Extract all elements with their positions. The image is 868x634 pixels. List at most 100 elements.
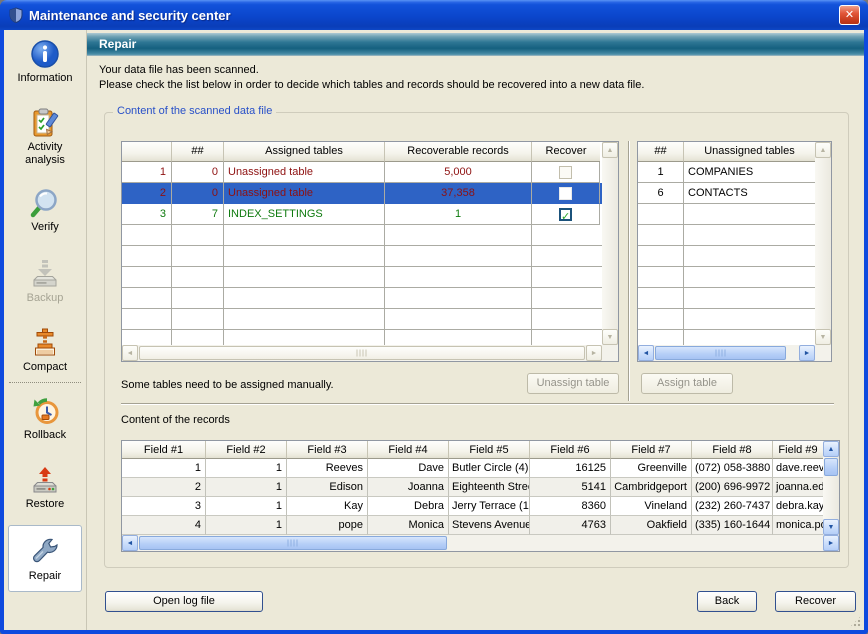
scroll-left-button[interactable]: ◄ [122, 345, 138, 361]
table-row[interactable]: 6 CONTACTS [638, 183, 815, 204]
horizontal-scrollbar: ◄ ► [638, 345, 815, 361]
sidebar-item-activity-analysis[interactable]: Activity analysis [7, 107, 83, 167]
scanned-data-groupbox: Content of the scanned data file ## Assi… [104, 112, 849, 568]
records-body: 1 1 Reeves Dave Butler Circle (4) 16125 … [122, 459, 823, 535]
column-header-recover[interactable]: Recover [532, 142, 600, 162]
intro-line-1: Your data file has been scanned. [99, 63, 644, 78]
scroll-left-button[interactable]: ◄ [122, 535, 138, 551]
unassigned-tables-header: ## Unassigned tables [638, 142, 815, 162]
resize-grip[interactable] [849, 615, 862, 628]
horizontal-scrollbar: ◄ ► [122, 345, 602, 361]
record-row[interactable]: 2 1 Edison Joanna Eighteenth Stree 5141 … [122, 478, 823, 497]
table-row[interactable]: 1 0 Unassigned table 5,000 ✓ [122, 162, 602, 183]
scroll-right-button[interactable]: ► [823, 535, 839, 551]
sidebar-item-label: Verify [31, 221, 59, 234]
assigned-tables-table: ## Assigned tables Recoverable records R… [121, 141, 619, 362]
scrollbar-corner [602, 345, 618, 361]
recover-checkbox[interactable]: ✓ [559, 187, 572, 200]
scroll-right-button[interactable]: ► [586, 345, 602, 361]
sidebar-item-label: Restore [26, 498, 65, 511]
column-header-field4[interactable]: Field #4 [368, 441, 449, 459]
vertical-scrollbar: ▲ ▼ [602, 142, 618, 345]
column-header-field3[interactable]: Field #3 [287, 441, 368, 459]
scroll-left-button[interactable]: ◄ [638, 345, 654, 361]
close-button[interactable]: ✕ [839, 5, 860, 25]
sidebar-item-label: Compact [23, 361, 67, 374]
recover-button[interactable]: Recover [775, 591, 856, 612]
record-row[interactable]: 1 1 Reeves Dave Butler Circle (4) 16125 … [122, 459, 823, 478]
column-header-field6[interactable]: Field #6 [530, 441, 611, 459]
record-row[interactable]: 4 1 pope Monica Stevens Avenue 4763 Oakf… [122, 516, 823, 535]
table-row[interactable]: 2 0 Unassigned table 37,358 ✓ [122, 183, 602, 204]
scroll-down-button[interactable]: ▼ [823, 519, 839, 535]
column-header-id[interactable]: ## [172, 142, 224, 162]
page-title: Repair [87, 33, 864, 56]
scrollbar-thumb[interactable] [824, 458, 838, 476]
record-row[interactable]: 3 1 Kay Debra Jerry Terrace (1 8360 Vine… [122, 497, 823, 516]
scroll-up-button[interactable]: ▲ [815, 142, 831, 158]
check-icon: ✓ [561, 207, 570, 226]
sidebar-item-label: Backup [27, 292, 64, 305]
restore-icon [29, 464, 61, 496]
column-header-field9[interactable]: Field #9 [773, 441, 823, 459]
sidebar-divider [9, 382, 81, 383]
column-header-id[interactable]: ## [638, 142, 684, 162]
back-button[interactable]: Back [697, 591, 757, 612]
vertical-scrollbar: ▲ ▼ [815, 142, 831, 345]
rollback-icon [29, 395, 61, 427]
records-table: Field #1 Field #2 Field #3 Field #4 Fiel… [121, 440, 840, 552]
backup-icon [29, 258, 61, 290]
open-log-file-button[interactable]: Open log file [105, 591, 263, 612]
unassign-table-button[interactable]: Unassign table [527, 373, 619, 394]
sidebar-item-information[interactable]: Information [7, 38, 83, 85]
table-row[interactable]: 1 COMPANIES [638, 162, 815, 183]
sidebar-item-label: Rollback [24, 429, 66, 442]
column-header-assigned-tables[interactable]: Assigned tables [224, 142, 385, 162]
column-gridline [384, 162, 385, 345]
verify-icon [29, 187, 61, 219]
sidebar-item-rollback[interactable]: Rollback [7, 395, 83, 442]
scrollbar-thumb[interactable] [655, 346, 786, 360]
column-header-field1[interactable]: Field #1 [122, 441, 206, 459]
column-gridline [683, 162, 684, 345]
table-row[interactable]: 3 7 INDEX_SETTINGS 1 ✓ [122, 204, 602, 225]
column-header-field2[interactable]: Field #2 [206, 441, 287, 459]
scrollbar-thumb[interactable] [139, 346, 585, 360]
repair-pane: Repair Your data file has been scanned. … [87, 30, 864, 630]
sidebar-item-repair[interactable]: Repair [8, 525, 82, 592]
scroll-down-button[interactable]: ▼ [602, 329, 618, 345]
title-bar: Maintenance and security center ✕ [0, 0, 868, 30]
sidebar-item-backup: Backup [7, 258, 83, 305]
column-header-field7[interactable]: Field #7 [611, 441, 692, 459]
vertical-scrollbar: ▲ ▼ [823, 441, 839, 535]
groupbox-caption: Content of the scanned data file [113, 105, 276, 117]
column-header-rownum[interactable] [122, 142, 172, 162]
sidebar-item-restore[interactable]: Restore [7, 464, 83, 511]
scroll-right-button[interactable]: ► [799, 345, 815, 361]
unassigned-tables-body: 1 COMPANIES 6 CONTACTS [638, 162, 815, 345]
intro-text: Your data file has been scanned. Please … [99, 63, 644, 93]
scrollbar-track [815, 158, 831, 329]
column-header-field8[interactable]: Field #8 [692, 441, 773, 459]
sidebar-item-compact[interactable]: Compact [7, 327, 83, 374]
section-divider [121, 403, 834, 405]
unassigned-tables-table: ## Unassigned tables 1 COMPANIES [637, 141, 832, 362]
sidebar-item-verify[interactable]: Verify [7, 187, 83, 234]
column-gridline [223, 162, 224, 345]
column-header-unassigned-tables[interactable]: Unassigned tables [684, 142, 815, 162]
column-gridline [531, 162, 532, 345]
scrollbar-thumb[interactable] [139, 536, 447, 550]
scroll-up-button[interactable]: ▲ [602, 142, 618, 158]
column-header-recoverable-records[interactable]: Recoverable records [385, 142, 532, 162]
assign-table-button[interactable]: Assign table [641, 373, 733, 394]
recover-checkbox[interactable]: ✓ [559, 166, 572, 179]
repair-icon [29, 536, 61, 568]
scroll-up-button[interactable]: ▲ [823, 441, 839, 457]
column-header-field5[interactable]: Field #5 [449, 441, 530, 459]
activity-analysis-icon [29, 107, 61, 139]
sidebar-item-label: Activity analysis [7, 141, 83, 167]
shield-icon [8, 7, 24, 23]
scroll-down-button[interactable]: ▼ [815, 329, 831, 345]
assigned-tables-header: ## Assigned tables Recoverable records R… [122, 142, 602, 162]
recover-checkbox[interactable]: ✓ [559, 208, 572, 221]
